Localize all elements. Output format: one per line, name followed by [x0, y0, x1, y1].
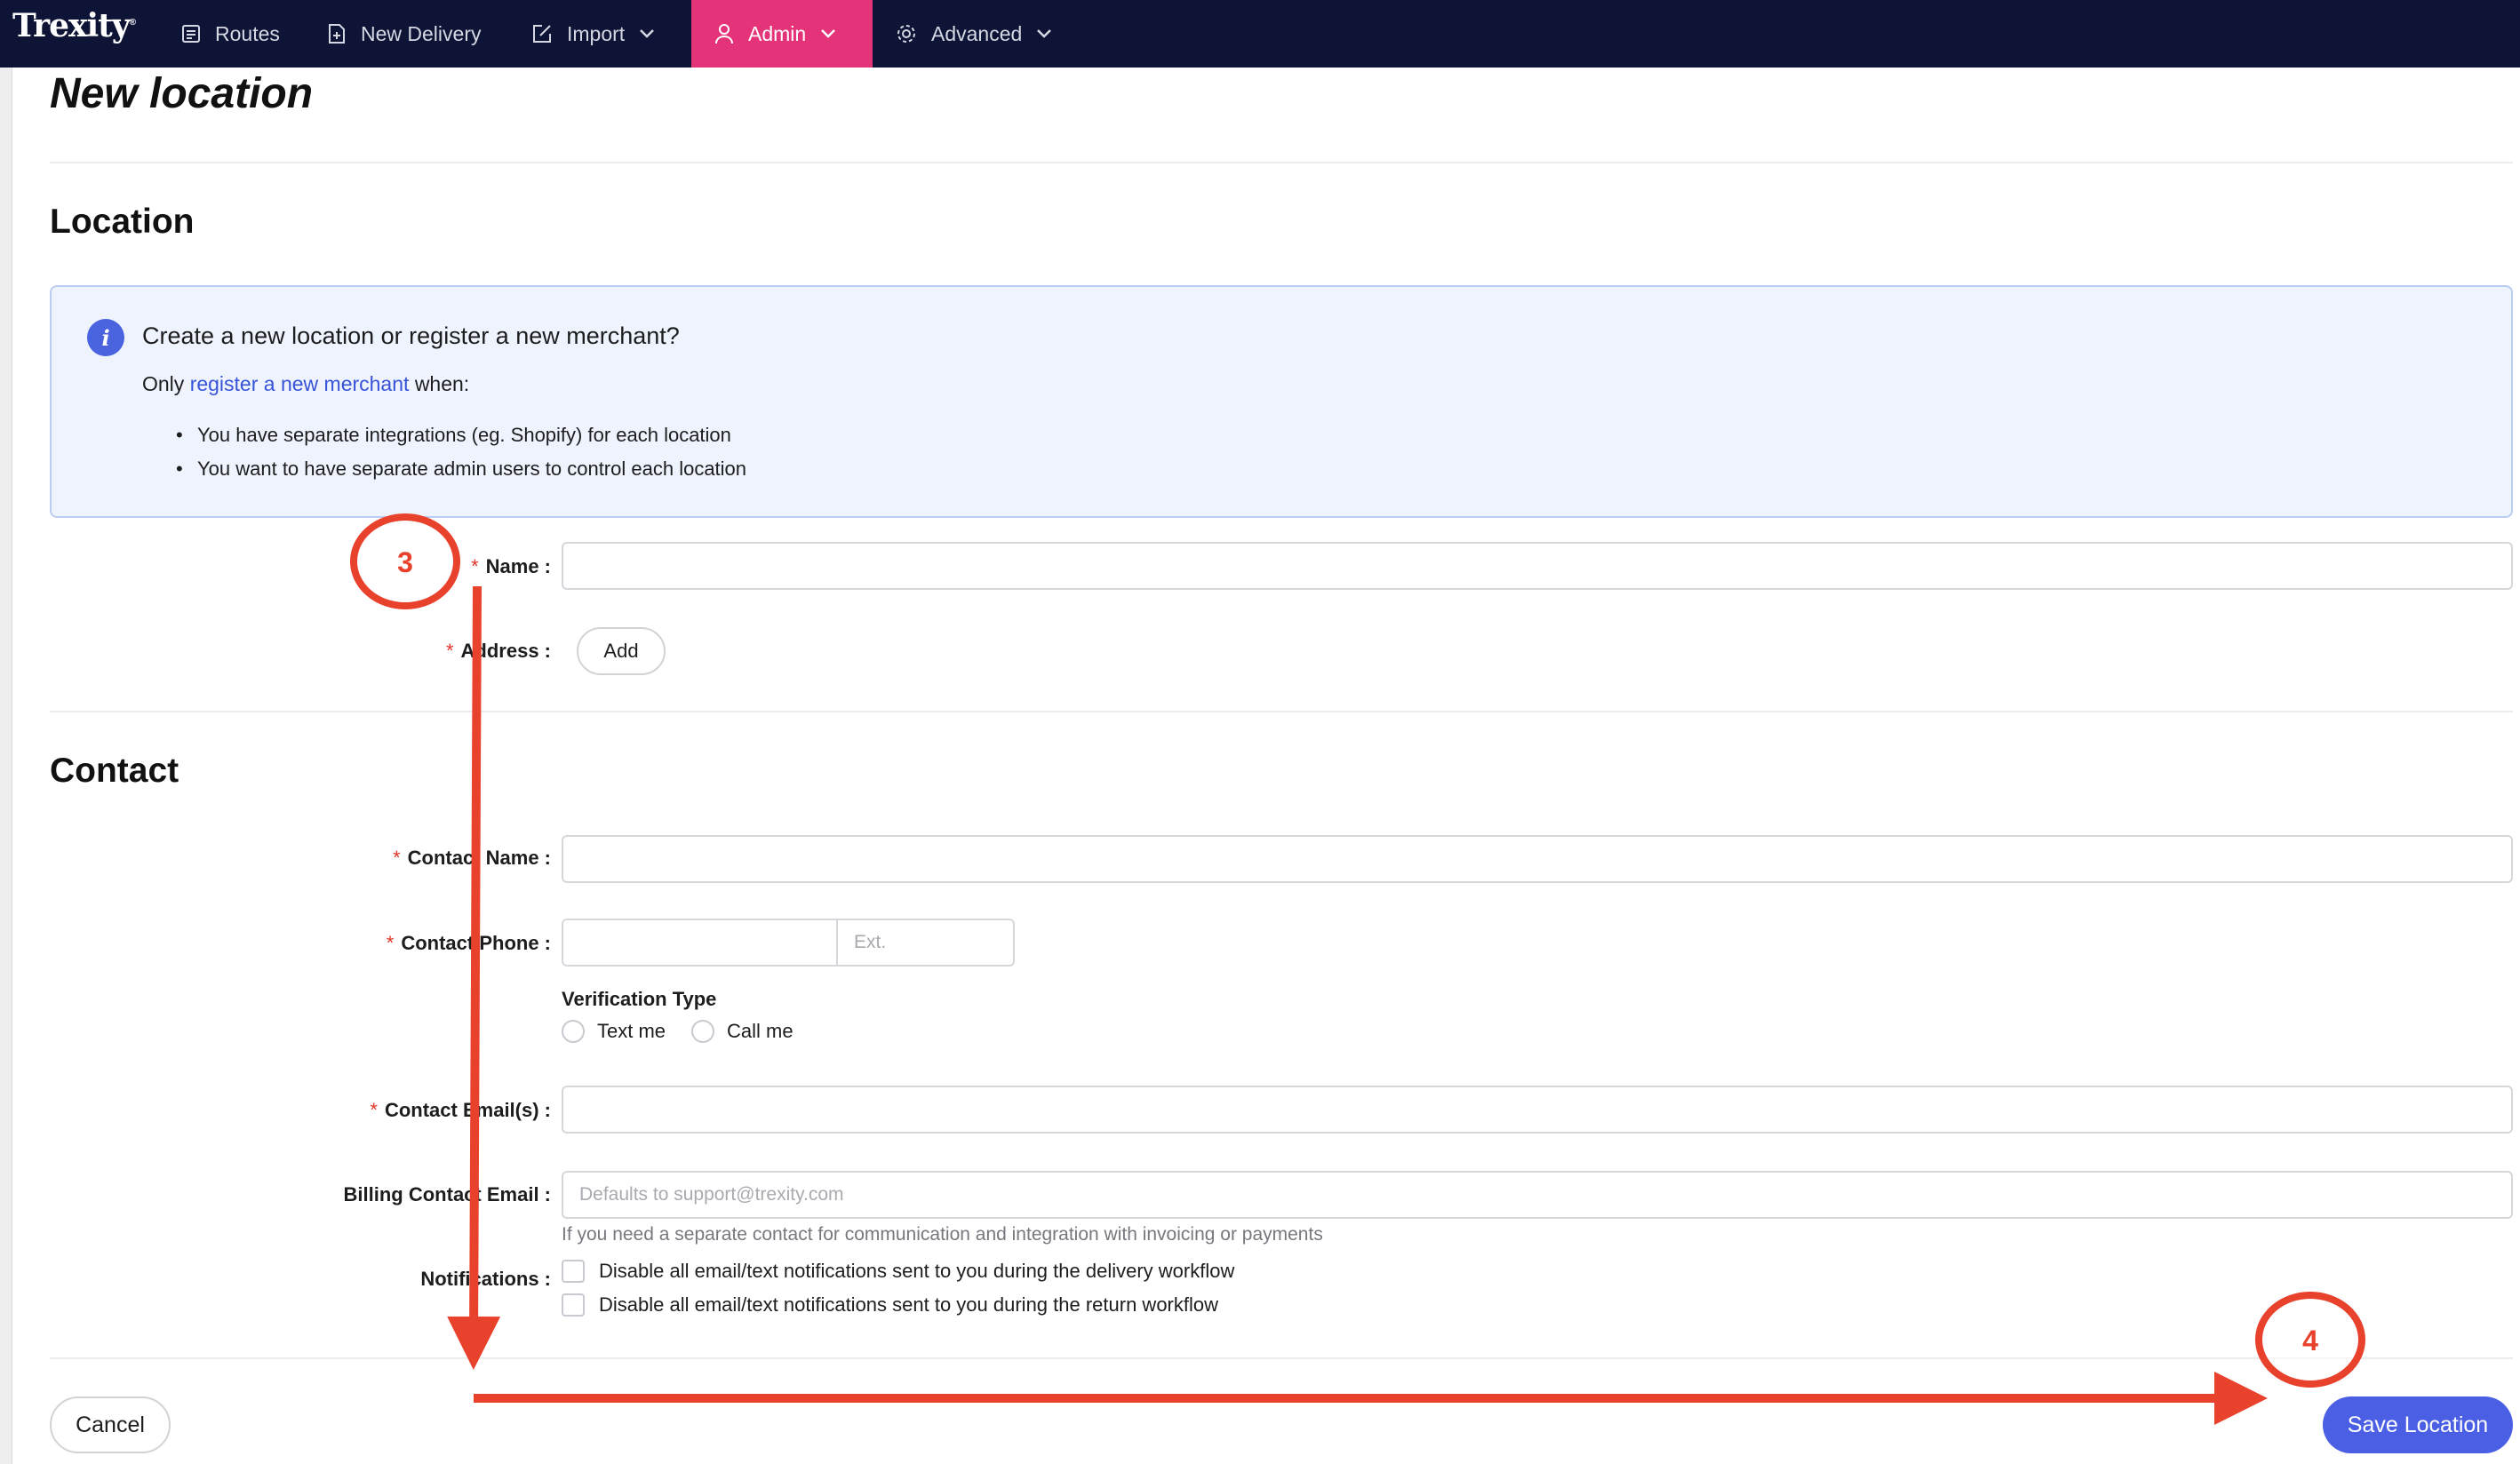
radio-circle[interactable]: [691, 1020, 714, 1043]
info-title: Create a new location or register a new …: [142, 322, 680, 349]
trexity-logo[interactable]: Trexity®: [12, 7, 136, 44]
cancel-button[interactable]: Cancel: [50, 1396, 171, 1453]
disable-delivery-notifications-checkbox[interactable]: Disable all email/text notifications sen…: [562, 1260, 1234, 1283]
nav-new-delivery-label: New Delivery: [361, 21, 482, 45]
add-address-button[interactable]: Add: [577, 627, 666, 675]
billing-email-hint: If you need a separate contact for commu…: [562, 1224, 1323, 1245]
nav-import[interactable]: Import: [531, 0, 655, 68]
edit-icon: [533, 25, 551, 43]
billing-email-input[interactable]: [562, 1171, 2513, 1219]
chevron-down-icon: [640, 29, 655, 38]
radio-circle[interactable]: [562, 1020, 585, 1043]
nav-admin-label: Admin: [748, 21, 807, 45]
disable-return-notifications-checkbox[interactable]: Disable all email/text notifications sen…: [562, 1293, 1218, 1317]
info-bullet-list: You have separate integrations (eg. Shop…: [176, 426, 746, 493]
step-3-label: 3: [397, 546, 413, 578]
nav-routes-label: Routes: [215, 21, 280, 45]
register-merchant-link[interactable]: register a new merchant: [190, 372, 410, 395]
top-navigation: Trexity® Routes New Delivery Import Admi…: [0, 0, 2520, 68]
chevron-down-icon: [1037, 29, 1052, 38]
contact-section-title: Contact: [50, 752, 179, 790]
phone-extension-input[interactable]: [838, 920, 1013, 965]
page-title: New location: [50, 70, 314, 117]
address-label: * Address :: [445, 640, 551, 662]
nav-routes[interactable]: Routes: [181, 0, 280, 68]
divider: [50, 711, 2513, 712]
verification-text-me-radio[interactable]: Text me: [562, 1020, 666, 1043]
name-input[interactable]: [562, 542, 2513, 590]
nav-advanced-label: Advanced: [931, 21, 1023, 45]
info-text-suffix: when:: [414, 372, 470, 395]
info-box: i Create a new location or register a ne…: [50, 285, 2513, 518]
notifications-label: Notifications :: [420, 1268, 551, 1290]
verification-type-label: Verification Type: [562, 988, 717, 1010]
checkbox-label: Disable all email/text notifications sen…: [599, 1293, 1219, 1316]
step-4-circle: [2255, 1292, 2365, 1388]
contact-email-label: * Contact Email(s) :: [370, 1099, 551, 1121]
contact-name-label: * Contact Name :: [393, 847, 551, 869]
left-edge-rail: [0, 68, 12, 1464]
phone-input-group: [562, 919, 1015, 967]
info-bullet: You want to have separate admin users to…: [176, 459, 746, 493]
document-plus-icon: [329, 24, 345, 44]
radio-label: Text me: [597, 1020, 666, 1042]
gear-icon: [897, 25, 915, 43]
billing-email-label: Billing Contact Email :: [343, 1183, 551, 1205]
info-text-prefix: Only: [142, 372, 185, 395]
annotation-arrow-down: [447, 585, 501, 1370]
contact-name-input[interactable]: [562, 835, 2513, 883]
contact-email-input[interactable]: [562, 1086, 2513, 1134]
checkbox-label: Disable all email/text notifications sen…: [599, 1260, 1235, 1282]
checkbox[interactable]: [562, 1260, 585, 1283]
divider: [50, 162, 2513, 163]
radio-label: Call me: [727, 1020, 793, 1042]
step-4-label: 4: [2302, 1325, 2318, 1357]
checkbox[interactable]: [562, 1293, 585, 1317]
nav-import-label: Import: [567, 21, 626, 45]
nav-advanced[interactable]: Advanced: [896, 0, 1052, 68]
nav-admin[interactable]: Admin: [691, 0, 873, 68]
divider: [50, 1357, 2513, 1359]
user-icon: [715, 24, 733, 44]
save-location-button[interactable]: Save Location: [2323, 1396, 2513, 1453]
step-3-circle: [350, 513, 460, 609]
info-bullet: You have separate integrations (eg. Shop…: [176, 426, 746, 459]
info-text: Only register a new merchant when:: [142, 372, 469, 396]
contact-phone-input[interactable]: [563, 920, 838, 965]
name-label: * Name :: [471, 555, 551, 577]
info-icon: i: [87, 319, 124, 356]
chevron-down-icon: [821, 29, 836, 38]
verification-call-me-radio[interactable]: Call me: [691, 1020, 793, 1043]
list-icon: [182, 25, 200, 43]
contact-phone-label: * Contact Phone :: [386, 932, 551, 954]
location-section-title: Location: [50, 203, 195, 241]
nav-new-delivery[interactable]: New Delivery: [327, 0, 481, 68]
